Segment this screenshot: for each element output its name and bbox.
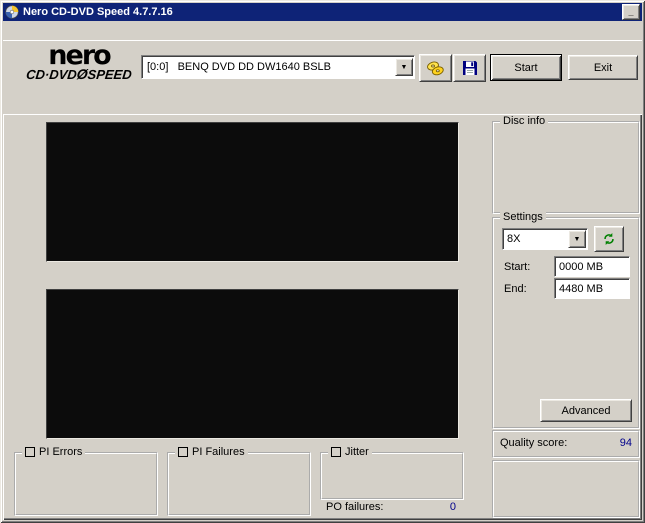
start-field[interactable]: 0000 MB (554, 256, 630, 277)
end-field-label: End: (504, 283, 527, 295)
jitter-swatch (331, 447, 341, 457)
pi-failures-legend: PI Failures (175, 446, 248, 458)
jitter-legend: Jitter (328, 446, 372, 458)
settings-box: Settings 8X ▼ Start: 0000 MB End: 4480 M… (492, 211, 640, 429)
pi-errors-legend: PI Errors (22, 446, 86, 458)
exit-button[interactable]: Exit (568, 55, 638, 80)
advanced-button[interactable]: Advanced (540, 399, 632, 422)
refresh-icon (602, 232, 616, 246)
pi-errors-swatch (25, 447, 35, 457)
pi-failures-stats-box: PI Failures (167, 446, 311, 516)
app-icon (5, 5, 19, 19)
quality-score-box: Quality score: 94 (492, 430, 640, 458)
pi-failures-chart (46, 289, 459, 439)
save-icon (462, 60, 478, 76)
app-window: Nero CD-DVD Speed 4.7.7.16 _ nero CD·DVD… (0, 0, 645, 523)
progress-box (492, 460, 640, 518)
start-field-label: Start: (504, 261, 531, 273)
window-title: Nero CD-DVD Speed 4.7.7.16 (23, 6, 173, 18)
title-bar: Nero CD-DVD Speed 4.7.7.16 _ (3, 3, 642, 21)
cdvd-speed-logo-text: CD·DVDØSPEED (25, 66, 133, 82)
disc-stack-button[interactable] (419, 54, 452, 82)
minimize-button[interactable]: _ (622, 4, 640, 20)
save-button[interactable] (453, 54, 486, 82)
pi-errors-stats-box: PI Errors (14, 446, 158, 516)
drive-select-arrow[interactable]: ▼ (395, 58, 413, 76)
speed-select[interactable]: 8X ▼ (502, 228, 588, 250)
nero-logo-text: nero (48, 40, 111, 71)
jitter-stats-box: Jitter (320, 446, 464, 500)
po-failures-row: PO failures: 0 (326, 501, 456, 513)
disc-info-box: Disc info (492, 115, 640, 214)
pi-errors-chart (46, 122, 459, 262)
drive-select-value: [0:0] BENQ DVD DD DW1640 BSLB (147, 61, 332, 73)
start-button[interactable]: Start (490, 54, 562, 81)
speed-select-value: 8X (507, 233, 521, 245)
disc-stack-icon (426, 60, 445, 77)
drive-select[interactable]: [0:0] BENQ DVD DD DW1640 BSLB ▼ (141, 55, 415, 79)
menu-bar (3, 21, 642, 40)
nero-logo: nero CD·DVDØSPEED (13, 40, 145, 82)
tab-strip (8, 94, 637, 115)
toolbar: nero CD·DVDØSPEED [0:0] BENQ DVD DD DW16… (3, 40, 642, 95)
speed-select-arrow[interactable]: ▼ (568, 230, 586, 248)
disc-info-title: Disc info (500, 115, 549, 127)
settings-title: Settings (500, 211, 546, 223)
pi-failures-swatch (178, 447, 188, 457)
refresh-button[interactable] (594, 226, 624, 252)
end-field[interactable]: 4480 MB (554, 278, 630, 299)
